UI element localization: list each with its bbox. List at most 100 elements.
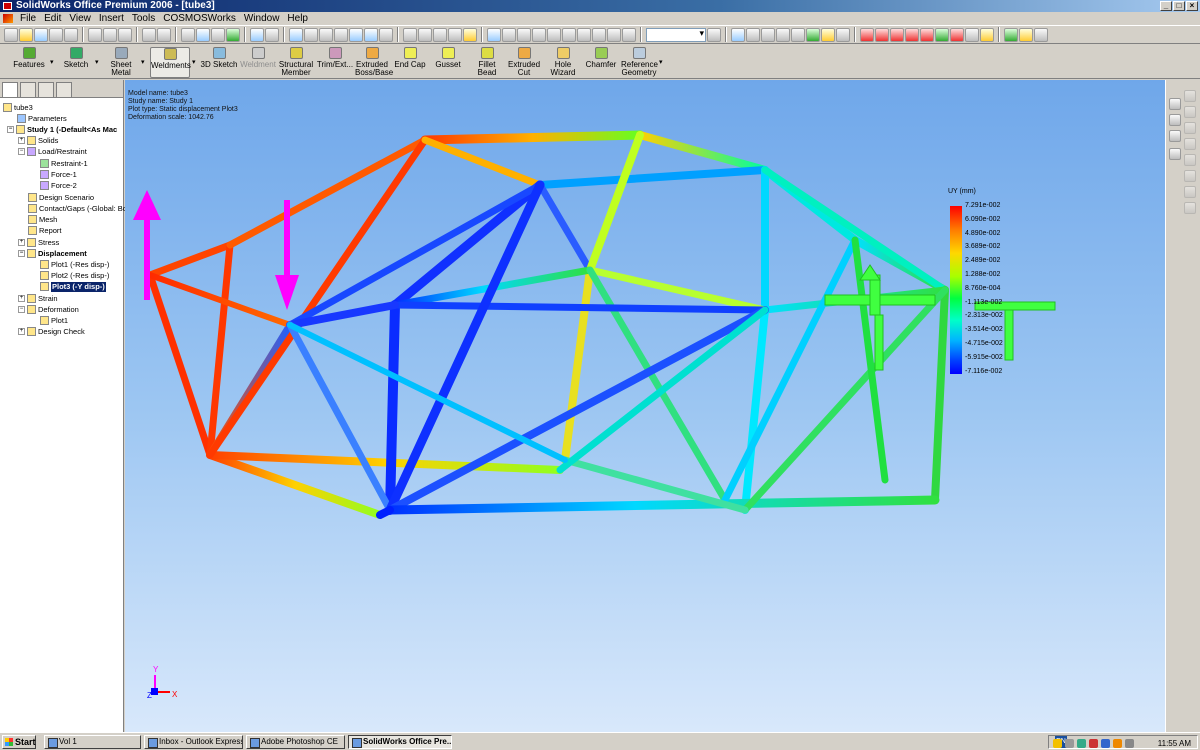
section-properties-icon[interactable]: [776, 27, 790, 42]
hidden-lines-removed-icon[interactable]: [433, 27, 447, 42]
offset-tool-icon[interactable]: [1184, 202, 1196, 214]
menu-cosmosworks[interactable]: COSMOSWorks: [159, 13, 240, 24]
tree-item-stress[interactable]: + Stress: [18, 237, 59, 248]
tab-configuration-manager[interactable]: [38, 82, 54, 97]
end-cap-button[interactable]: End Cap: [393, 47, 427, 78]
home-icon[interactable]: [1169, 98, 1181, 110]
tree-item-displacement[interactable]: − Displacement: [18, 248, 87, 259]
tree-item-load-restraint[interactable]: − Load/Restraint: [18, 146, 87, 157]
top-view-icon[interactable]: [562, 27, 576, 42]
feature-works-icon[interactable]: [836, 27, 850, 42]
tree-item-report[interactable]: Report: [28, 225, 62, 236]
menu-edit[interactable]: Edit: [40, 13, 65, 24]
tree-item-contact-gaps[interactable]: Contact/Gaps (-Global: Bo: [28, 203, 127, 214]
tab-feature-manager[interactable]: [2, 82, 18, 97]
tray-app-icon[interactable]: [1101, 739, 1110, 748]
tab-cosmos-manager[interactable]: [56, 82, 72, 97]
cosmos-report-icon[interactable]: [980, 27, 994, 42]
sum-icon[interactable]: [592, 27, 606, 42]
start-button[interactable]: Start: [2, 735, 36, 749]
rebuild-icon[interactable]: [196, 27, 210, 42]
check-icon[interactable]: [791, 27, 805, 42]
expand-icon[interactable]: +: [18, 328, 25, 335]
tree-item-root[interactable]: tube3: [3, 102, 33, 113]
open-icon[interactable]: [19, 27, 33, 42]
trim-tool-icon[interactable]: [1184, 170, 1196, 182]
weldment-button[interactable]: Weldment: [240, 47, 276, 78]
view-orientation-icon[interactable]: [487, 27, 501, 42]
previous-view-icon[interactable]: [379, 27, 393, 42]
mirror-tool-icon[interactable]: [1184, 186, 1196, 198]
design-library-icon[interactable]: [1019, 27, 1033, 42]
search-icon[interactable]: [731, 27, 745, 42]
extruded-cut-button[interactable]: Extruded Cut: [508, 47, 540, 78]
circle-tool-icon[interactable]: [1184, 106, 1196, 118]
file-properties-icon[interactable]: [226, 27, 240, 42]
weldments-button[interactable]: Weldments: [150, 47, 191, 78]
redo-icon[interactable]: [157, 27, 171, 42]
tree-item-parameters[interactable]: Parameters: [17, 113, 67, 124]
fillet-bead-button[interactable]: Fillet Bead: [469, 47, 505, 78]
zoom-in-out-icon[interactable]: [319, 27, 333, 42]
chamfer-button[interactable]: Chamfer: [584, 47, 618, 78]
collapse-icon[interactable]: −: [18, 306, 25, 313]
tree-item-study[interactable]: − Study 1 (-Default<As Mac: [7, 124, 117, 135]
sketch-dropdown-arrow[interactable]: ▾: [95, 58, 99, 66]
import-diagnostics-icon[interactable]: [806, 27, 820, 42]
menu-insert[interactable]: Insert: [95, 13, 128, 24]
cosmos-mesh-icon[interactable]: [920, 27, 934, 42]
structural-member-button[interactable]: Structural Member: [278, 47, 314, 78]
copy-icon[interactable]: [103, 27, 117, 42]
task-vol1[interactable]: Vol 1: [44, 735, 141, 749]
tree-item-force1[interactable]: Force-1: [40, 169, 77, 180]
measure-icon[interactable]: [746, 27, 760, 42]
zoom-area-icon[interactable]: [304, 27, 318, 42]
document-icon[interactable]: [3, 14, 13, 23]
sheet-metal-button[interactable]: Sheet Metal: [104, 47, 138, 78]
features-button[interactable]: Features: [10, 47, 48, 78]
cosmos-restraint-icon[interactable]: [875, 27, 889, 42]
close-button[interactable]: ×: [1186, 1, 1198, 11]
cut-icon[interactable]: [88, 27, 102, 42]
smart-dimension-icon[interactable]: [265, 27, 279, 42]
minimize-button[interactable]: _: [1160, 1, 1172, 11]
dimension-tool-icon[interactable]: [1184, 154, 1196, 166]
new-icon[interactable]: [4, 27, 18, 42]
pan-icon[interactable]: [364, 27, 378, 42]
line-tool-icon[interactable]: [1184, 122, 1196, 134]
dropdown-apply-icon[interactable]: [707, 27, 721, 42]
tray-app-icon[interactable]: [1113, 739, 1122, 748]
collapse-icon[interactable]: −: [18, 148, 25, 155]
front-view-icon[interactable]: [502, 27, 516, 42]
tree-item-plot2[interactable]: Plot2 (-Res disp-): [40, 270, 109, 281]
expand-icon[interactable]: +: [18, 137, 25, 144]
cosmos-results-icon[interactable]: [950, 27, 964, 42]
design-library-pane-icon[interactable]: [1169, 114, 1181, 126]
zoom-to-fit-icon[interactable]: [289, 27, 303, 42]
volume-icon[interactable]: [1125, 739, 1134, 748]
options-icon[interactable]: [211, 27, 225, 42]
force1-arrow[interactable]: [133, 190, 161, 300]
features-dropdown-arrow[interactable]: ▾: [50, 58, 54, 66]
tree-item-deformation[interactable]: − Deformation: [18, 304, 79, 315]
graphics-area[interactable]: Model name: tube3 Study name: Study 1 Pl…: [125, 80, 1165, 732]
tree-item-design-check[interactable]: + Design Check: [18, 326, 85, 337]
left-view-icon[interactable]: [532, 27, 546, 42]
back-view-icon[interactable]: [517, 27, 531, 42]
trim-extend-button[interactable]: Trim/Ext...: [316, 47, 354, 78]
cosmos-study-icon[interactable]: [860, 27, 874, 42]
tree-item-mesh[interactable]: Mesh: [28, 214, 57, 225]
wireframe-icon[interactable]: [403, 27, 417, 42]
isometric-view-icon[interactable]: [607, 27, 621, 42]
save-icon[interactable]: [34, 27, 48, 42]
cosmos-pressure-icon[interactable]: [905, 27, 919, 42]
tree-item-restraint1[interactable]: Restraint-1: [40, 158, 88, 169]
menu-help[interactable]: Help: [283, 13, 312, 24]
extruded-boss-button[interactable]: Extruded Boss/Base: [355, 47, 393, 78]
mass-properties-icon[interactable]: [761, 27, 775, 42]
menu-tools[interactable]: Tools: [128, 13, 159, 24]
spline-tool-icon[interactable]: [1184, 138, 1196, 150]
normal-to-icon[interactable]: [622, 27, 636, 42]
tray-app-icon[interactable]: [1077, 739, 1086, 748]
tree-item-plot1[interactable]: Plot1 (-Res disp-): [40, 259, 109, 270]
